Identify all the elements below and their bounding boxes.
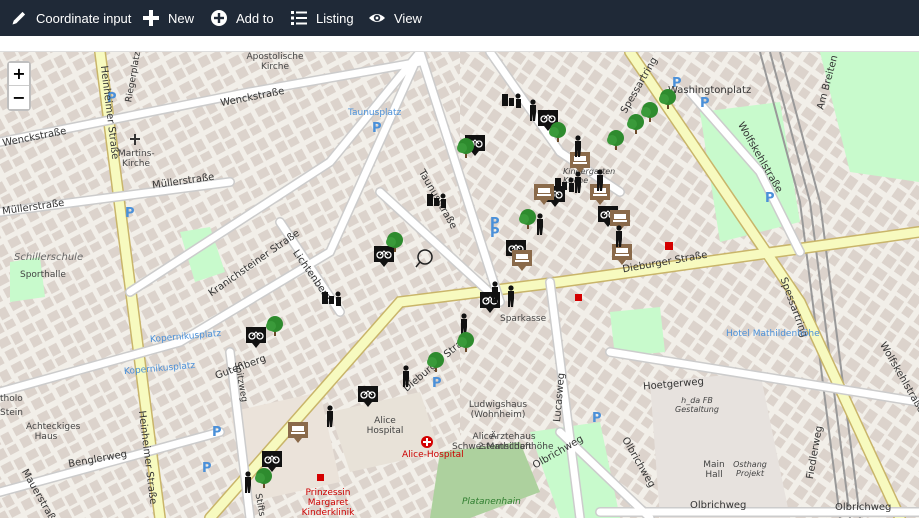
tree-marker [457, 138, 474, 158]
person-marker[interactable] [530, 99, 536, 121]
tree-marker [427, 352, 444, 372]
person-marker[interactable] [575, 171, 581, 193]
person-marker[interactable] [575, 135, 581, 157]
person-marker[interactable] [508, 285, 514, 307]
group-marker[interactable] [502, 93, 521, 109]
add-to-button[interactable]: Add to [210, 0, 274, 36]
bench-marker[interactable] [612, 244, 632, 265]
toolbar-spacer [0, 36, 919, 52]
bicycle-parking-marker[interactable] [373, 245, 395, 268]
listing-label: Listing [316, 10, 354, 26]
person-marker[interactable] [597, 169, 603, 191]
group-marker[interactable] [555, 177, 574, 193]
group-marker[interactable] [322, 291, 341, 307]
view-button[interactable]: View [368, 0, 422, 36]
person-marker[interactable] [245, 471, 251, 493]
person-marker[interactable] [492, 281, 498, 303]
markers-layer [245, 89, 676, 493]
tree-marker [255, 468, 272, 488]
tree-marker [627, 114, 644, 134]
tree-marker [641, 102, 658, 122]
coordinate-input-label: Coordinate input [36, 10, 132, 26]
search-location-icon[interactable] [415, 249, 433, 268]
plus-icon [142, 9, 160, 27]
person-marker[interactable] [616, 225, 622, 247]
tree-marker [266, 316, 283, 336]
eye-icon [368, 9, 386, 27]
list-icon [290, 9, 308, 27]
person-marker[interactable] [537, 213, 543, 235]
group-marker[interactable] [427, 193, 446, 209]
person-marker[interactable] [403, 365, 409, 387]
bicycle-parking-marker[interactable] [357, 385, 379, 408]
new-label: New [168, 10, 195, 26]
listing-button[interactable]: Listing [290, 0, 354, 36]
tree-marker [457, 332, 474, 352]
zoom-control: + − [7, 61, 31, 111]
zoom-out-button[interactable]: − [9, 86, 29, 109]
bench-marker[interactable] [288, 422, 308, 443]
person-marker[interactable] [327, 405, 333, 427]
coordinate-input-button[interactable]: Coordinate input [10, 0, 131, 36]
zoom-in-button[interactable]: + [9, 63, 29, 86]
pencil-icon [10, 9, 28, 27]
toolbar: Coordinate input New Add to Listing View [0, 0, 919, 36]
view-label: View [394, 10, 422, 26]
person-marker[interactable] [461, 313, 467, 335]
add-to-label: Add to [236, 10, 274, 26]
new-button[interactable]: New [142, 0, 194, 36]
map-view[interactable]: PP PPP PP PPP PP Wenckstraße Wenckstraße… [0, 52, 919, 518]
bicycle-parking-marker[interactable] [245, 326, 267, 349]
bench-marker[interactable] [512, 250, 532, 271]
tree-marker [519, 209, 536, 229]
tree-marker [607, 130, 624, 150]
tree-marker [659, 89, 676, 109]
circle-plus-icon [210, 9, 228, 27]
